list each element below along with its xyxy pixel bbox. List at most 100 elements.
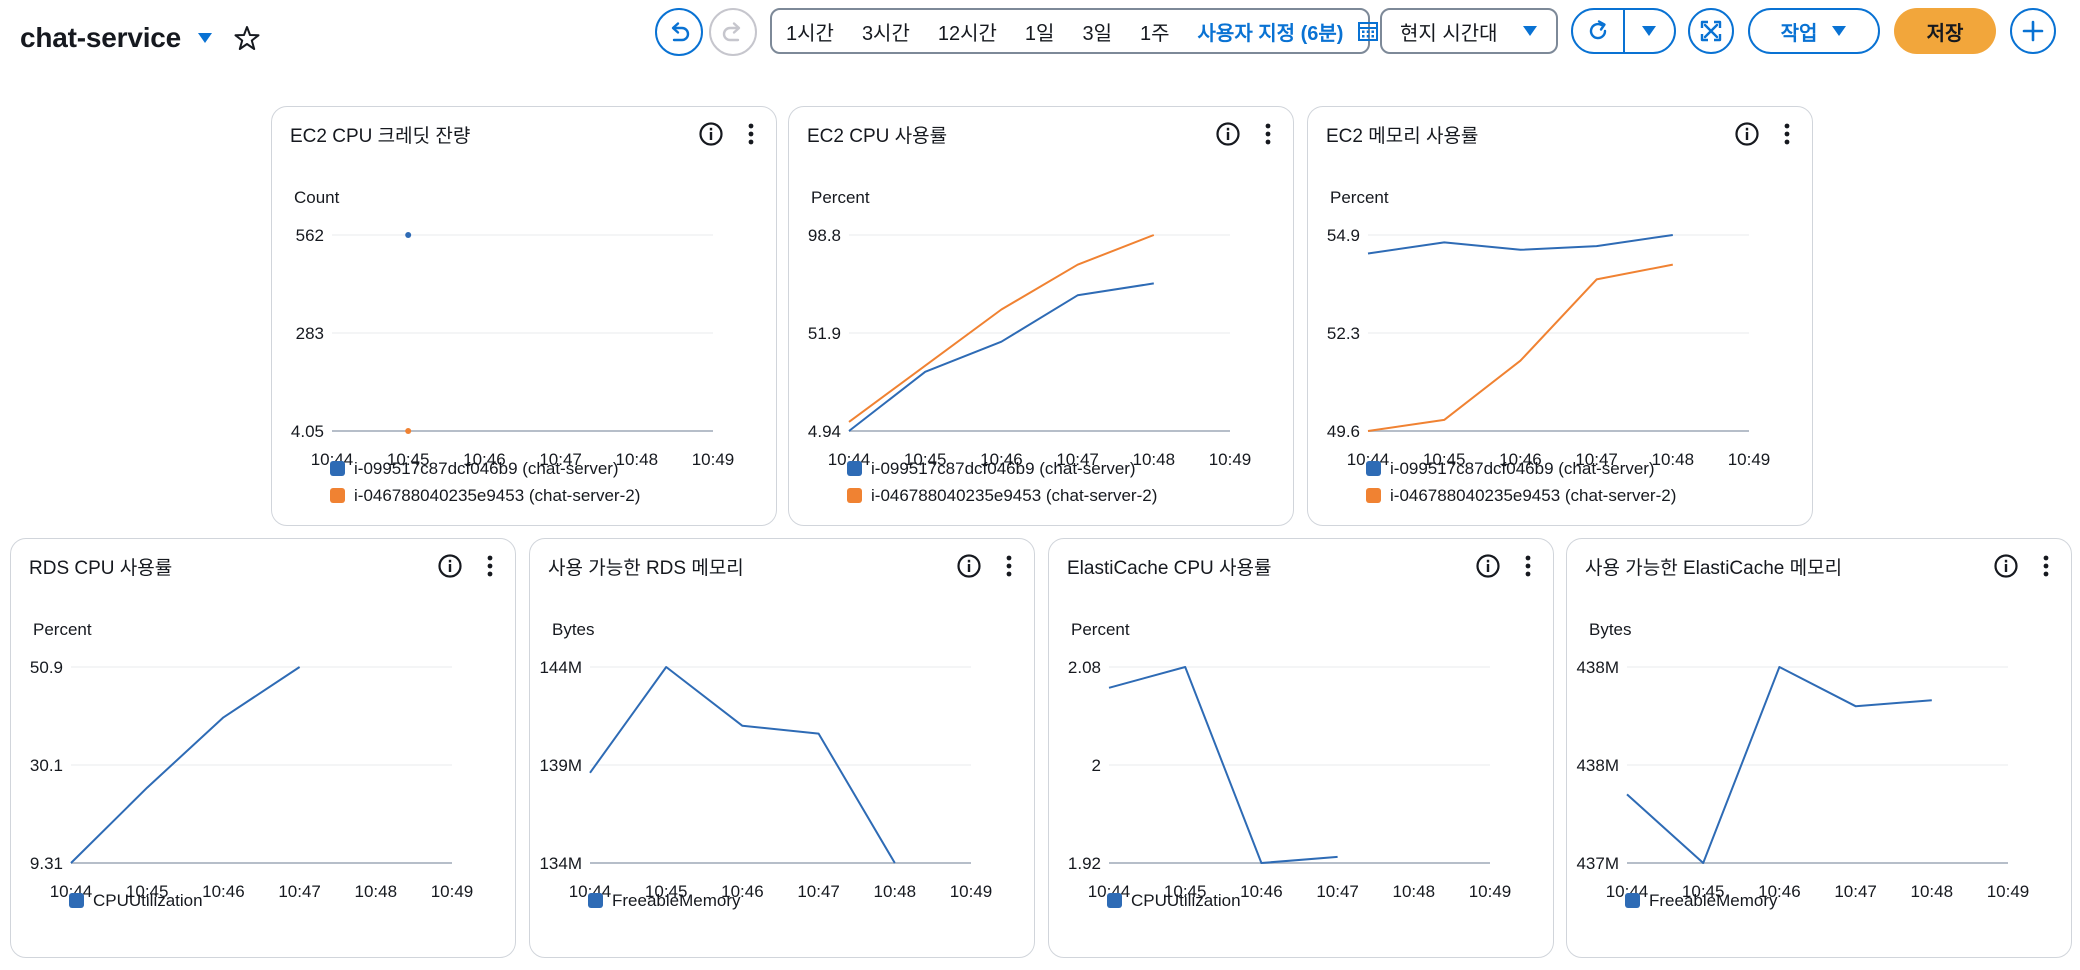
y-axis-label: Percent [1071, 620, 1130, 639]
timezone-select[interactable]: 현지 시간대 [1380, 8, 1558, 54]
widget-ec2-cpu-usage: EC2 CPU 사용률 Percent 98.8 51.9 4.94 10:44 10:45… [788, 106, 1294, 526]
legend-item[interactable]: CPUUtilization [1107, 887, 1241, 914]
series-line-1 [1367, 234, 1673, 255]
x-tick-label: 10:49 [692, 450, 735, 469]
widget-elasticache-cpu-usage: ElastiCache CPU 사용률 Percent 2.08 2 1.92 10:44… [1048, 538, 1554, 958]
widget-rds-freeable-memory: 사용 가능한 RDS 메모리 Bytes 144M 139M 134M 10:44 10:4… [529, 538, 1035, 958]
legend-swatch [847, 488, 862, 503]
x-tick-label: 10:48 [874, 882, 917, 901]
dashboard-title: chat-service [20, 22, 182, 53]
caret-down-icon [1832, 26, 1847, 36]
plus-icon [2022, 20, 2044, 42]
calendar-button[interactable] [1357, 20, 1379, 42]
y-tick-label: 437M [1576, 854, 1619, 873]
data-point [405, 232, 412, 238]
legend-label: CPUUtilization [1131, 890, 1241, 910]
legend-label: CPUUtilization [93, 890, 203, 910]
legend-label: i-046788040235e9453 (chat-server-2) [871, 485, 1158, 505]
x-tick-label: 10:49 [1728, 450, 1771, 469]
y-axis-label: Percent [33, 620, 92, 639]
undo-button[interactable] [655, 8, 703, 56]
series-line-1 [848, 282, 1154, 432]
redo-icon [722, 22, 741, 42]
range-1d[interactable]: 1일 [1025, 17, 1055, 46]
chart-legend: i-099517c87dcf046b9 (chat-server) i-04678… [1366, 455, 1676, 509]
range-3d[interactable]: 3일 [1082, 17, 1112, 46]
legend-swatch [1107, 893, 1122, 908]
legend-label: i-099517c87dcf046b9 (chat-server) [871, 458, 1136, 478]
timezone-label: 현지 시간대 [1400, 22, 1498, 45]
actions-label: 작업 [1780, 22, 1818, 45]
y-tick-label: 51.9 [808, 324, 841, 343]
y-axis-label: Count [294, 188, 340, 207]
caret-down-icon [1523, 26, 1537, 36]
range-12h[interactable]: 12시간 [938, 17, 997, 46]
y-axis-label: Bytes [1589, 620, 1632, 639]
y-tick-label: 144M [539, 658, 582, 677]
x-tick-label: 10:48 [355, 882, 398, 901]
y-tick-label: 4.94 [808, 422, 841, 441]
favorite-button[interactable] [233, 24, 261, 52]
y-tick-label: 4.05 [291, 422, 324, 441]
series-line-2 [848, 234, 1155, 423]
y-axis-label: Bytes [552, 620, 595, 639]
y-tick-label: 139M [539, 756, 582, 775]
legend-item[interactable]: i-099517c87dcf046b9 (chat-server) [330, 455, 640, 482]
legend-item[interactable]: i-046788040235e9453 (chat-server-2) [330, 482, 640, 509]
y-tick-label: 438M [1576, 756, 1619, 775]
redo-button[interactable] [709, 8, 757, 56]
chart-legend: FreeableMemory [588, 887, 741, 914]
range-1h[interactable]: 1시간 [786, 17, 834, 46]
legend-label: i-099517c87dcf046b9 (chat-server) [1390, 458, 1655, 478]
y-tick-label: 438M [1576, 658, 1619, 677]
y-tick-label: 9.31 [30, 854, 63, 873]
legend-swatch [1625, 893, 1640, 908]
star-icon [234, 26, 260, 50]
y-tick-label: 2.08 [1068, 658, 1101, 677]
x-tick-label: 10:49 [950, 882, 993, 901]
legend-item[interactable]: CPUUtilization [69, 887, 203, 914]
legend-swatch [1366, 461, 1381, 476]
range-1w[interactable]: 1주 [1140, 17, 1170, 46]
refresh-control [1571, 8, 1676, 54]
legend-swatch [847, 461, 862, 476]
fullscreen-button[interactable] [1688, 8, 1734, 54]
x-tick-label: 10:48 [1911, 882, 1954, 901]
y-tick-label: 54.9 [1327, 226, 1360, 245]
range-custom[interactable]: 사용자 지정 (6분) [1198, 17, 1344, 46]
chart-legend: CPUUtilization [69, 887, 203, 914]
chart-legend: FreeableMemory [1625, 887, 1778, 914]
dashboard-menu-caret[interactable] [195, 28, 215, 48]
save-button[interactable]: 저장 [1894, 8, 1996, 54]
refresh-interval-dropdown[interactable] [1625, 10, 1675, 52]
legend-item[interactable]: FreeableMemory [1625, 887, 1778, 914]
legend-swatch [330, 488, 345, 503]
data-point [405, 428, 412, 434]
y-axis-label: Percent [811, 188, 870, 207]
legend-item[interactable]: i-046788040235e9453 (chat-server-2) [1366, 482, 1676, 509]
legend-swatch [588, 893, 603, 908]
refresh-icon [1589, 20, 1606, 40]
legend-label: i-046788040235e9453 (chat-server-2) [354, 485, 641, 505]
y-tick-label: 52.3 [1327, 324, 1360, 343]
x-tick-label: 10:49 [1987, 882, 2030, 901]
actions-dropdown-button[interactable]: 작업 [1748, 8, 1880, 54]
refresh-button[interactable] [1573, 10, 1625, 52]
caret-down-icon [1642, 26, 1657, 36]
range-3h[interactable]: 3시간 [862, 17, 910, 46]
x-tick-label: 10:47 [1316, 882, 1359, 901]
add-widget-button[interactable] [2010, 8, 2056, 54]
y-tick-label: 50.9 [30, 658, 63, 677]
x-tick-label: 10:47 [278, 882, 321, 901]
y-tick-label: 283 [296, 324, 324, 343]
time-range-selector: 1시간 3시간 12시간 1일 3일 1주 사용자 지정 (6분) [770, 8, 1379, 54]
x-tick-label: 10:49 [1469, 882, 1512, 901]
x-tick-label: 10:47 [1834, 882, 1877, 901]
legend-item[interactable]: i-099517c87dcf046b9 (chat-server) [847, 455, 1157, 482]
legend-item[interactable]: FreeableMemory [588, 887, 741, 914]
legend-item[interactable]: i-046788040235e9453 (chat-server-2) [847, 482, 1157, 509]
legend-item[interactable]: i-099517c87dcf046b9 (chat-server) [1366, 455, 1676, 482]
chart-legend: i-099517c87dcf046b9 (chat-server) i-04678… [847, 455, 1157, 509]
y-tick-label: 49.6 [1327, 422, 1360, 441]
y-axis-label: Percent [1330, 188, 1389, 207]
